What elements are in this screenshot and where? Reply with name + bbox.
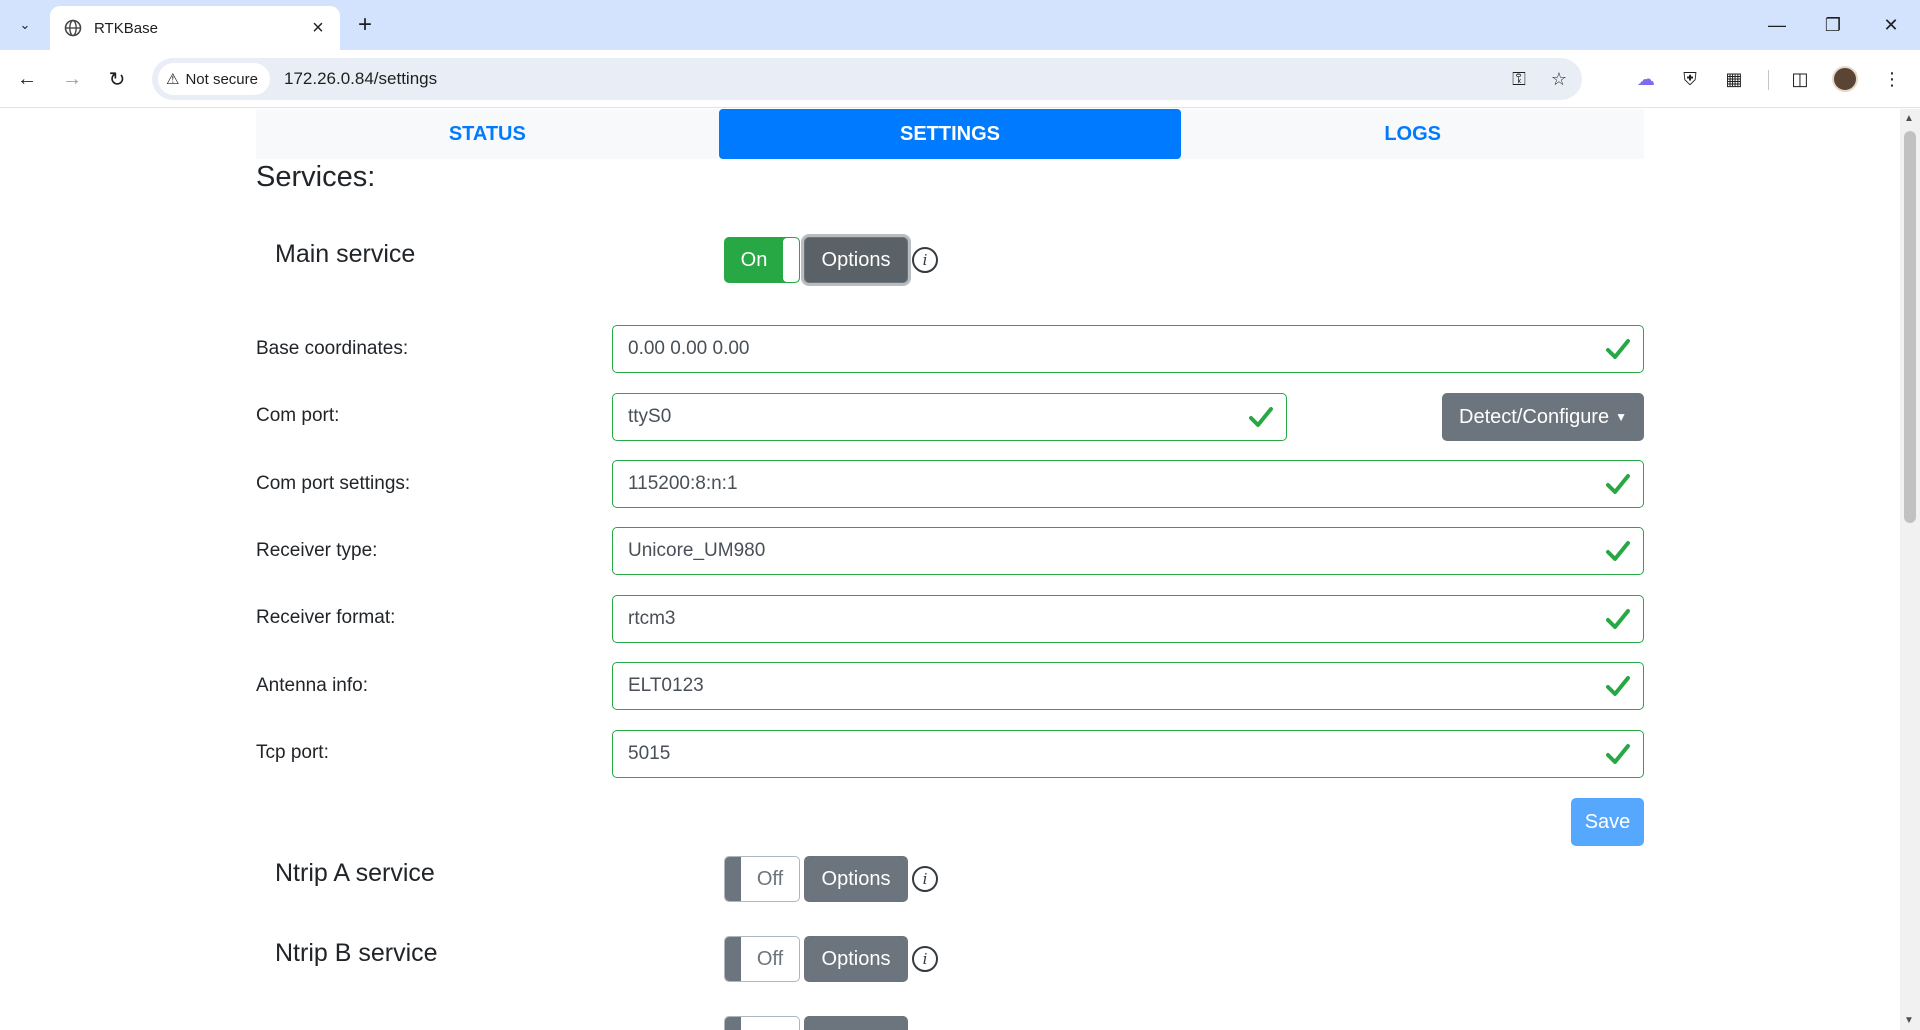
toggle-handle [725, 937, 741, 981]
toggle-state-label: On [740, 248, 768, 271]
base-coordinates-value: 0.00 0.00 0.00 [628, 338, 750, 359]
main-nav: STATUS SETTINGS LOGS [256, 109, 1644, 159]
browser-tab-strip: ⌄ RTKBase × + — ❐ ✕ [0, 0, 1920, 50]
save-button[interactable]: Save [1571, 798, 1644, 846]
next-service-toggle[interactable] [724, 1016, 800, 1030]
ntrip-a-info-icon[interactable]: i [912, 866, 938, 892]
key-icon[interactable]: ⚿ [1502, 62, 1536, 96]
scrollbar-thumb[interactable] [1904, 131, 1916, 523]
caret-down-icon: ▼ [1615, 410, 1627, 424]
com-port-input[interactable]: ttyS0 [612, 393, 1287, 441]
antenna-info-label: Antenna info: [256, 675, 368, 696]
star-icon[interactable]: ☆ [1542, 62, 1576, 96]
main-service-toggle[interactable]: On [724, 237, 800, 283]
close-window-icon[interactable]: ✕ [1866, 8, 1916, 42]
forward-icon[interactable]: → [57, 64, 87, 94]
check-icon [1606, 541, 1630, 561]
check-icon [1606, 339, 1630, 359]
tcp-port-value: 5015 [628, 743, 671, 764]
com-port-settings-input[interactable]: 115200:8:n:1 [612, 460, 1644, 508]
base-coordinates-input[interactable]: 0.00 0.00 0.00 [612, 325, 1644, 373]
warning-icon: ⚠ [166, 71, 180, 88]
check-icon [1606, 474, 1630, 494]
receiver-type-input[interactable]: Unicore_UM980 [612, 527, 1644, 575]
url-text[interactable]: 172.26.0.84/settings [284, 69, 1502, 89]
security-label: Not secure [185, 70, 258, 88]
more-menu-icon[interactable]: ⋮ [1876, 64, 1908, 94]
browser-toolbar: ← → ↻ ⚠ Not secure 172.26.0.84/settings … [0, 50, 1920, 108]
next-service-options-button[interactable] [804, 1016, 908, 1030]
new-tab-button[interactable]: + [352, 11, 378, 38]
receiver-type-value: Unicore_UM980 [628, 540, 766, 561]
tab-status[interactable]: STATUS [256, 109, 719, 159]
main-service-label: Main service [275, 240, 416, 268]
page-scrollbar[interactable]: ▲ ▼ [1900, 109, 1920, 1030]
toggle-handle [783, 238, 799, 282]
ntrip-b-info-icon[interactable]: i [912, 946, 938, 972]
ntrip-b-options-button[interactable]: Options [804, 936, 908, 982]
toggle-state-label: Off [756, 947, 784, 970]
detect-configure-label: Detect/Configure [1459, 405, 1610, 428]
check-icon [1606, 609, 1630, 629]
com-port-settings-value: 115200:8:n:1 [628, 473, 738, 494]
side-panel-icon[interactable]: ◫ [1784, 64, 1816, 94]
ntrip-a-options-button[interactable]: Options [804, 856, 908, 902]
tab-logs[interactable]: LOGS [1181, 109, 1644, 159]
check-icon [1606, 676, 1630, 696]
tab-search-button[interactable]: ⌄ [12, 12, 38, 38]
ntrip-b-toggle[interactable]: Off [724, 936, 800, 982]
puzzle-icon[interactable]: ▦ [1718, 64, 1750, 94]
scroll-down-icon[interactable]: ▼ [1904, 1015, 1914, 1026]
ntrip-a-toggle[interactable]: Off [724, 856, 800, 902]
minimize-icon[interactable]: — [1752, 8, 1802, 42]
antenna-info-value: ELT0123 [628, 675, 704, 696]
scroll-up-icon[interactable]: ▲ [1904, 113, 1914, 124]
shield-icon[interactable]: ⛨ [1674, 64, 1706, 94]
toggle-state-label: Off [756, 867, 784, 890]
toggle-handle [725, 857, 741, 901]
security-chip[interactable]: ⚠ Not secure [158, 63, 270, 95]
receiver-type-label: Receiver type: [256, 540, 378, 561]
address-bar[interactable]: ⚠ Not secure 172.26.0.84/settings ⚿ ☆ [152, 58, 1582, 100]
ntrip-a-service-label: Ntrip A service [275, 859, 435, 887]
close-tab-icon[interactable]: × [306, 16, 330, 40]
browser-tab[interactable]: RTKBase × [50, 6, 340, 50]
reload-icon[interactable]: ↻ [102, 64, 132, 94]
check-icon [1249, 407, 1273, 427]
back-icon[interactable]: ← [12, 64, 42, 94]
globe-icon [64, 19, 82, 37]
tcp-port-input[interactable]: 5015 [612, 730, 1644, 778]
chevron-down-icon: ⌄ [19, 17, 31, 32]
main-info-icon[interactable]: i [912, 247, 938, 273]
toolbar-divider [1768, 70, 1769, 90]
com-port-settings-label: Com port settings: [256, 473, 411, 494]
services-heading: Services: [256, 161, 376, 193]
receiver-format-input[interactable]: rtcm3 [612, 595, 1644, 643]
check-icon [1606, 744, 1630, 764]
receiver-format-label: Receiver format: [256, 607, 396, 628]
page-viewport: STATUS SETTINGS LOGS Services: Main serv… [0, 109, 1900, 1030]
main-options-button[interactable]: Options [804, 237, 908, 283]
detect-configure-button[interactable]: Detect/Configure ▼ [1442, 393, 1644, 441]
avatar[interactable] [1832, 66, 1858, 92]
com-port-value: ttyS0 [628, 406, 672, 427]
base-coordinates-label: Base coordinates: [256, 338, 409, 359]
antenna-info-input[interactable]: ELT0123 [612, 662, 1644, 710]
tab-title: RTKBase [94, 19, 158, 37]
com-port-label: Com port: [256, 405, 340, 426]
tab-settings[interactable]: SETTINGS [718, 109, 1182, 159]
restore-icon[interactable]: ❐ [1808, 8, 1858, 42]
tcp-port-label: Tcp port: [256, 742, 329, 763]
extension-cloud-icon[interactable]: ☁ [1630, 64, 1662, 94]
ntrip-b-service-label: Ntrip B service [275, 939, 438, 967]
receiver-format-value: rtcm3 [628, 608, 676, 629]
toggle-handle [725, 1017, 741, 1030]
